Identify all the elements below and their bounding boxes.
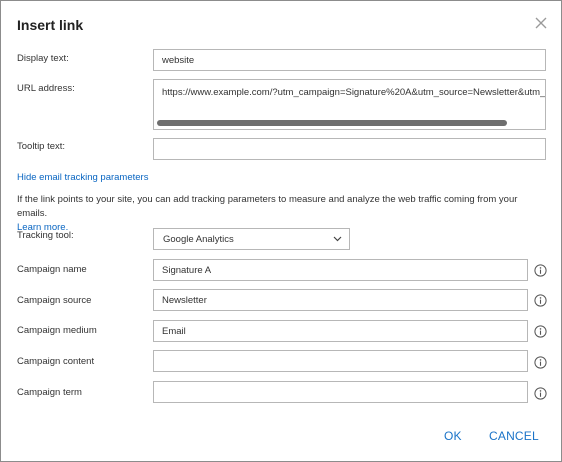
display-text-label: Display text: <box>17 53 69 64</box>
horizontal-scrollbar[interactable] <box>157 120 507 126</box>
insert-link-dialog: Insert link Display text: website URL ad… <box>0 0 562 462</box>
tracking-info-body: If the link points to your site, you can… <box>17 194 518 219</box>
campaign-name-label: Campaign name <box>17 264 87 275</box>
chevron-down-icon <box>333 236 342 242</box>
campaign-content-input[interactable] <box>153 350 528 372</box>
campaign-term-input[interactable] <box>153 381 528 403</box>
tracking-tool-select[interactable]: Google Analytics <box>153 228 350 250</box>
cancel-button[interactable]: CANCEL <box>489 429 539 443</box>
display-text-input[interactable]: website <box>153 49 546 71</box>
campaign-source-label: Campaign source <box>17 295 92 306</box>
info-icon[interactable] <box>534 387 547 400</box>
tracking-tool-label: Tracking tool: <box>17 230 74 241</box>
url-address-label: URL address: <box>17 83 75 94</box>
tracking-tool-value: Google Analytics <box>163 233 234 245</box>
ok-button[interactable]: OK <box>444 429 462 443</box>
campaign-medium-label: Campaign medium <box>17 325 97 336</box>
campaign-term-label: Campaign term <box>17 387 82 398</box>
tooltip-text-label: Tooltip text: <box>17 141 66 152</box>
url-address-input[interactable]: https://www.example.com/?utm_campaign=Si… <box>153 79 546 130</box>
tooltip-text-input[interactable] <box>153 138 546 160</box>
campaign-content-label: Campaign content <box>17 356 95 367</box>
info-icon[interactable] <box>534 356 547 369</box>
info-icon[interactable] <box>534 294 547 307</box>
url-address-value: https://www.example.com/?utm_campaign=Si… <box>162 87 546 98</box>
info-icon[interactable] <box>534 325 547 338</box>
campaign-medium-input[interactable]: Email <box>153 320 528 342</box>
hide-tracking-parameters-link[interactable]: Hide email tracking parameters <box>17 172 148 183</box>
close-icon[interactable] <box>533 15 549 31</box>
info-icon[interactable] <box>534 264 547 277</box>
campaign-source-input[interactable]: Newsletter <box>153 289 528 311</box>
campaign-name-input[interactable]: Signature A <box>153 259 528 281</box>
dialog-title: Insert link <box>17 17 84 33</box>
